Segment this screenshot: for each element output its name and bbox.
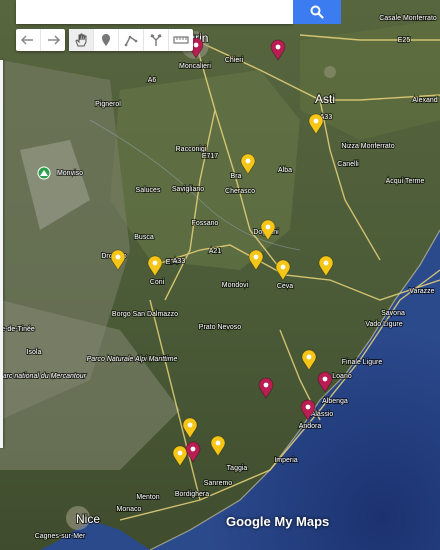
place-label: Alexand [412, 97, 437, 104]
directions-icon [150, 34, 162, 46]
place-label: Imperia [274, 457, 297, 464]
place-label: Andora [299, 423, 322, 430]
place-label: Borgo San Dalmazzo [112, 311, 178, 318]
place-label: Savigliano [172, 186, 204, 193]
add-marker-button[interactable] [93, 29, 118, 51]
place-label: Sanremo [204, 480, 233, 487]
place-label: Loano [332, 373, 352, 380]
directions-button[interactable] [143, 29, 168, 51]
place-label: Monaco [117, 506, 142, 513]
side-panel-edge[interactable] [0, 60, 3, 448]
place-label: Asti [315, 92, 335, 106]
search-bar [16, 0, 341, 24]
place-label: Pignerol [95, 101, 121, 108]
place-label: Canelli [337, 161, 359, 168]
place-label: Saluces [136, 187, 161, 194]
place-label: Cagnes-sur-Mer [35, 533, 86, 540]
place-label: Isola [27, 349, 42, 356]
place-label: Coni [150, 279, 165, 286]
undo-icon [21, 35, 33, 45]
search-icon [310, 5, 324, 19]
tools-group [69, 29, 193, 51]
place-label: Acqui Terme [386, 178, 425, 185]
place-label: Vado Ligure [365, 321, 402, 328]
place-label: e-de-Tinée [1, 326, 35, 333]
place-label: Mondovi [222, 282, 249, 289]
place-label: Bra [231, 173, 242, 180]
place-label: Varazze [409, 288, 434, 295]
place-label: Moncalieri [179, 63, 211, 70]
place-label: Alassio [311, 411, 334, 418]
map-toolbar [16, 29, 193, 51]
place-label: Chieri [225, 57, 244, 64]
place-label: Bordighera [175, 491, 209, 498]
place-label: Finale Ligure [342, 359, 383, 366]
place-label: Parc national du Mercantour [0, 373, 87, 380]
draw-line-button[interactable] [118, 29, 143, 51]
place-label: Ceva [277, 283, 293, 290]
monviso-label: Monviso [57, 170, 83, 177]
place-label: A21 [209, 248, 222, 255]
place-label: Savona [381, 310, 405, 317]
map-canvas[interactable]: TurinMoncalieriChieriPignerolAstiCasale … [0, 0, 440, 550]
ruler-icon [173, 36, 189, 44]
place-label: Fossano [192, 220, 219, 227]
place-label: Busca [134, 234, 154, 241]
measure-button[interactable] [168, 29, 193, 51]
place-label: Albenga [322, 398, 348, 405]
pan-button[interactable] [69, 29, 93, 51]
redo-button[interactable] [40, 29, 65, 51]
history-group [16, 29, 65, 51]
place-label: E717 [202, 153, 218, 160]
place-label: A6 [148, 77, 157, 84]
place-label: Prato Nevoso [199, 324, 242, 331]
google-my-maps-logo: Google My Maps [226, 514, 330, 529]
draw-line-icon [124, 35, 138, 47]
place-label: Parco Naturale Alpi Marittime [87, 356, 178, 363]
place-label: Nizza Monferrato [341, 143, 394, 150]
peak-icon [37, 166, 51, 180]
place-label: Nice [76, 512, 100, 526]
search-input[interactable] [16, 0, 293, 24]
place-label: Alba [278, 167, 292, 174]
place-label: Menton [136, 494, 159, 501]
undo-button[interactable] [16, 29, 40, 51]
redo-icon [48, 35, 60, 45]
place-label: Casale Monferrato [379, 15, 437, 22]
place-label: Taggia [227, 465, 248, 472]
place-label: Cherasco [225, 188, 255, 195]
place-label: E25 [398, 37, 411, 44]
search-button[interactable] [293, 0, 341, 24]
hand-icon [75, 33, 87, 47]
place-label: Racconigi [176, 146, 207, 153]
place-label: A33 [173, 258, 186, 265]
add-marker-icon [102, 34, 110, 46]
